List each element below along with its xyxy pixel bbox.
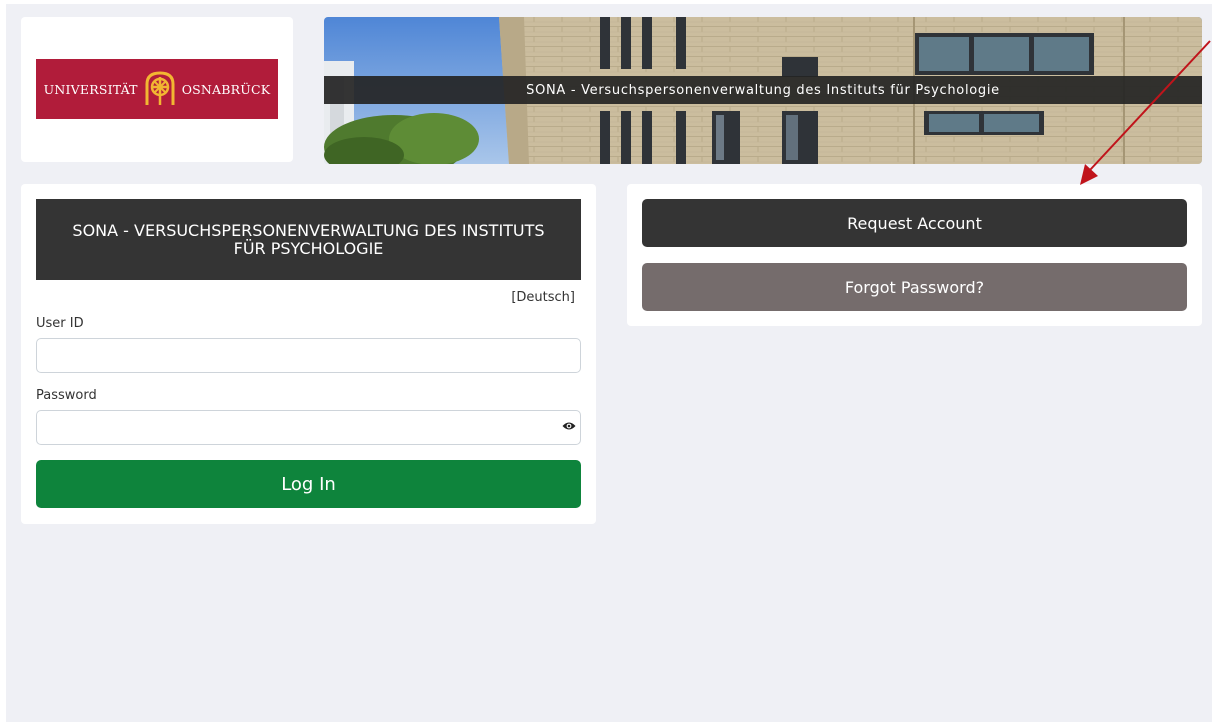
forgot-password-button[interactable]: Forgot Password? [642, 263, 1187, 311]
user-id-label: User ID [36, 316, 84, 331]
user-id-input[interactable] [36, 338, 581, 373]
language-switch-link[interactable]: [Deutsch] [511, 290, 575, 305]
osnabrueck-wheel-emblem-icon [145, 71, 175, 105]
request-account-button[interactable]: Request Account [642, 199, 1187, 247]
logo-text-left: UNIVERSITÄT [43, 81, 138, 97]
login-card: SONA - VERSUCHSPERSONENVERWALTUNG DES IN… [21, 184, 596, 524]
account-card: Request Account Forgot Password? [627, 184, 1202, 326]
password-input[interactable] [36, 410, 581, 445]
logo-text-right: OSNABRÜCK [181, 81, 271, 97]
login-header: SONA - VERSUCHSPERSONENVERWALTUNG DES IN… [36, 199, 581, 280]
university-logo[interactable]: UNIVERSITÄT OSNABRÜCK [36, 59, 278, 119]
eye-icon[interactable] [562, 421, 576, 431]
password-label: Password [36, 388, 97, 403]
header-banner: SONA - Versuchspersonenverwaltung des In… [324, 17, 1202, 164]
login-button[interactable]: Log In [36, 460, 581, 508]
logo-card: UNIVERSITÄT OSNABRÜCK [21, 17, 293, 162]
banner-title: SONA - Versuchspersonenverwaltung des In… [324, 76, 1202, 104]
